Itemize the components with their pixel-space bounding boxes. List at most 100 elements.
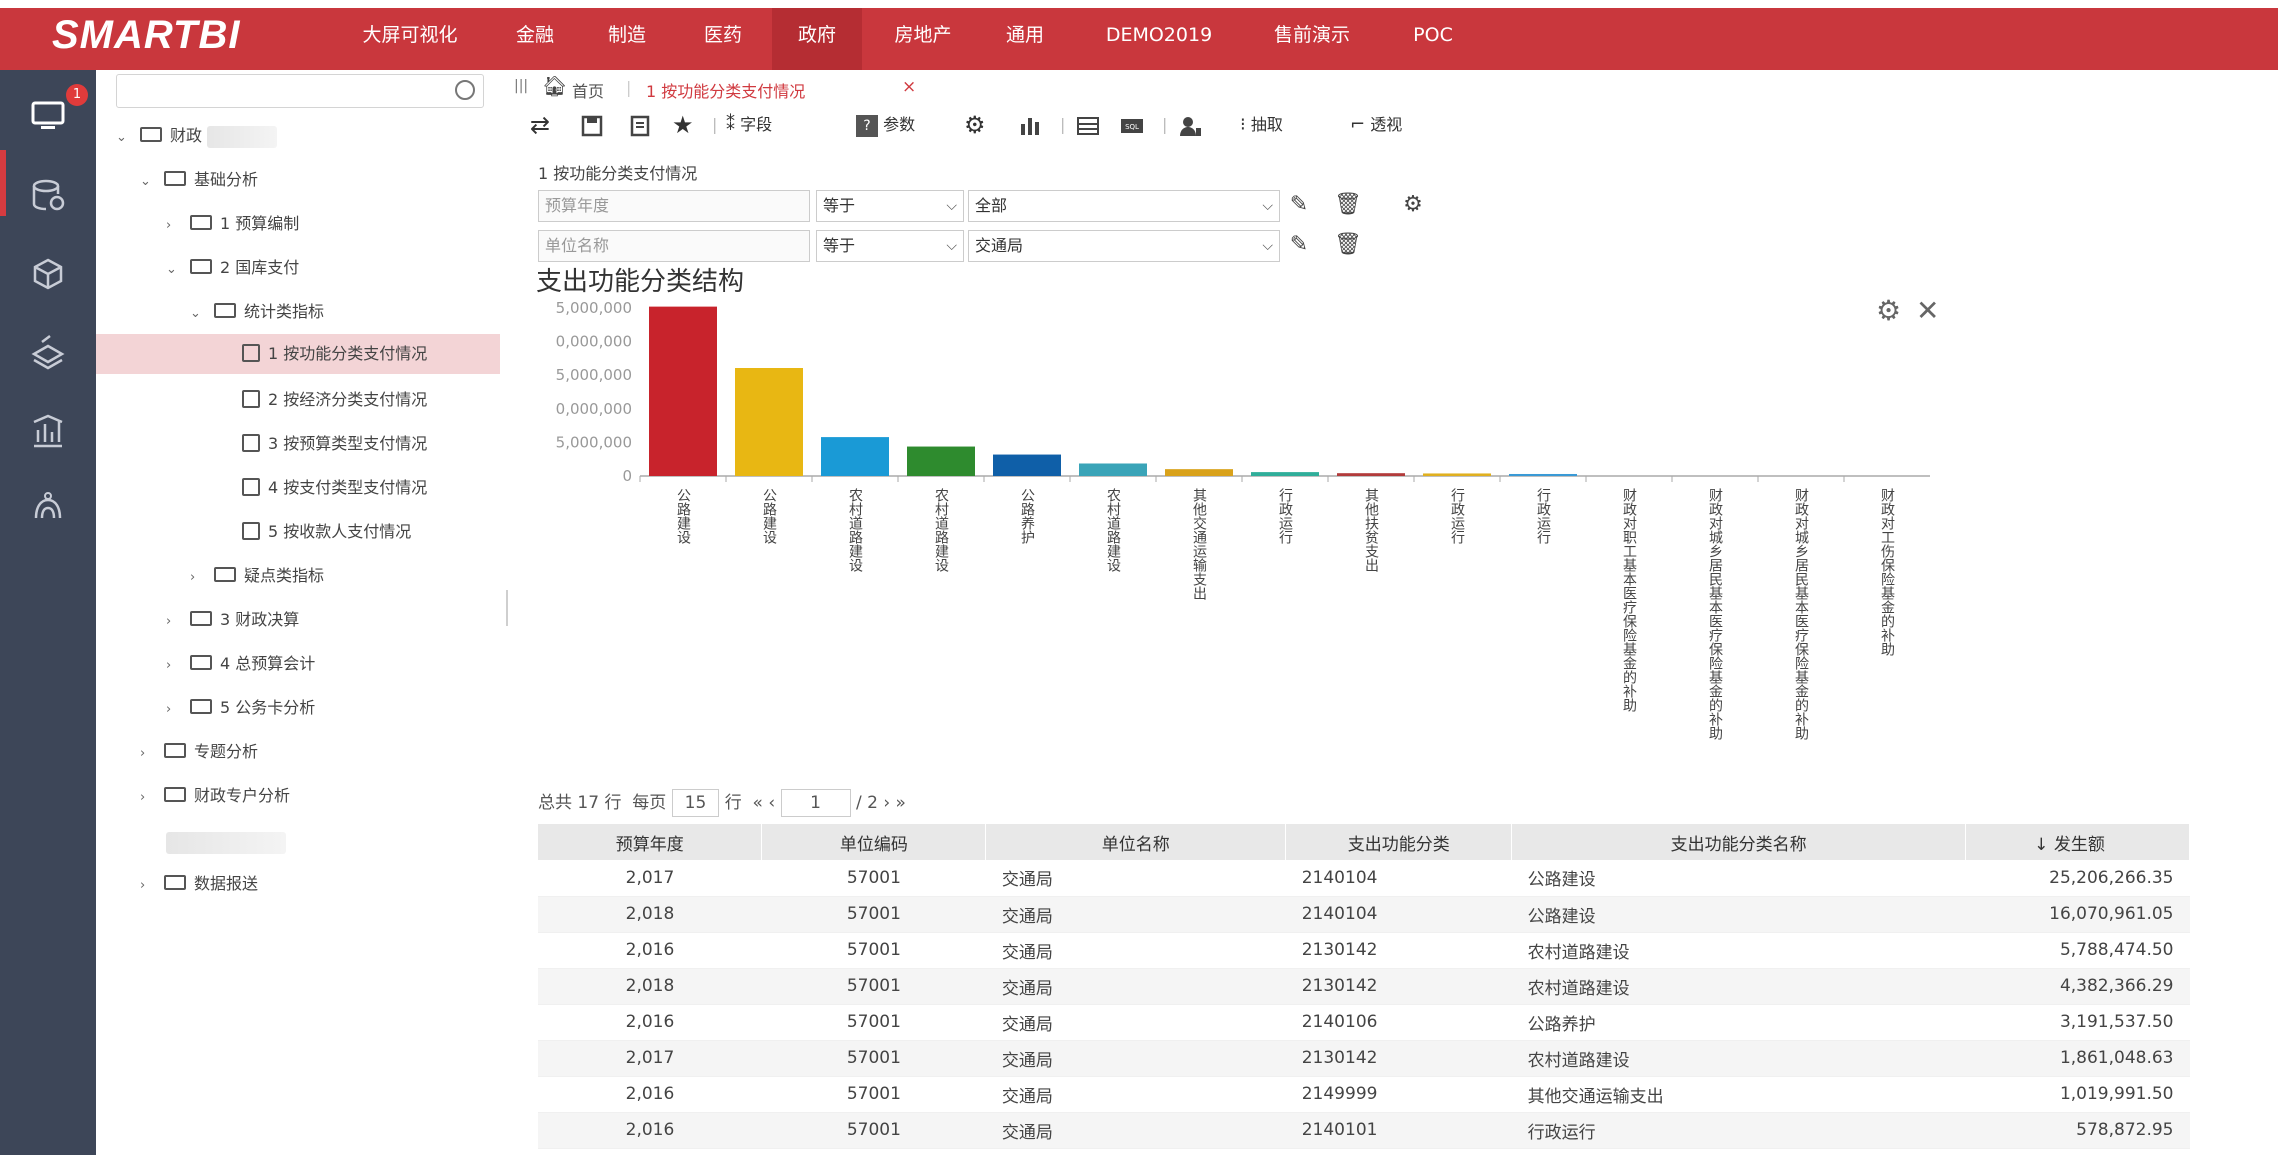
save-as-icon[interactable] bbox=[628, 110, 652, 140]
filter-unit-name-value[interactable]: 交通局 ⌵ bbox=[968, 230, 1280, 262]
chart-bar[interactable] bbox=[735, 368, 803, 476]
chart-close-icon[interactable]: ✕ bbox=[1916, 294, 1939, 327]
filter-settings-icon[interactable]: ⚙ bbox=[1400, 192, 1426, 218]
nav-dashboard[interactable]: 大屏可视化 bbox=[345, 0, 475, 70]
chevron-down-icon[interactable]: ⌄ bbox=[190, 294, 208, 334]
edit-icon[interactable]: ✎ bbox=[1286, 232, 1312, 258]
chart-bar[interactable] bbox=[993, 454, 1061, 476]
chart-bar[interactable] bbox=[649, 306, 717, 476]
cube-icon[interactable] bbox=[28, 254, 68, 294]
tree-node-report-1[interactable]: 1 按功能分类支付情况 bbox=[96, 334, 500, 374]
tree-node-official-card[interactable]: › 5 公务卡分析 bbox=[166, 688, 315, 728]
menu-toggle-icon[interactable]: ||| bbox=[514, 78, 528, 94]
delete-icon[interactable]: 🗑︎ bbox=[1334, 192, 1362, 218]
column-header-function[interactable]: 支出功能分类 bbox=[1285, 824, 1513, 860]
filter-budget-year-operator[interactable]: 等于 ⌵ bbox=[816, 190, 964, 222]
table-row[interactable]: 2,016 57001 交通局 2130142 农村道路建设 5,788,474.50 bbox=[538, 932, 2190, 969]
tree-node-finance[interactable]: ⌄ 财政 bbox=[116, 116, 278, 158]
next-page-button[interactable]: › bbox=[883, 793, 890, 813]
column-header-unit-code[interactable]: 单位编码 bbox=[761, 824, 987, 860]
table-row[interactable]: 2,017 57001 交通局 2130142 农村道路建设 1,861,048.63 bbox=[538, 1040, 2190, 1077]
monitor-icon[interactable] bbox=[28, 96, 68, 136]
tree-node-treasury-payment[interactable]: ⌄ 2 国库支付 bbox=[166, 248, 299, 288]
chart-bar[interactable] bbox=[907, 446, 975, 476]
column-header-unit-name[interactable]: 单位名称 bbox=[985, 824, 1287, 860]
tree-node-topic-analysis[interactable]: › 专题分析 bbox=[140, 732, 258, 772]
chart-type-icon[interactable] bbox=[1018, 110, 1042, 140]
chart-bar[interactable] bbox=[821, 437, 889, 476]
tree-node-report-2[interactable]: 2 按经济分类支付情况 bbox=[242, 380, 427, 420]
chart-bar[interactable] bbox=[1079, 463, 1147, 476]
nav-general[interactable]: 通用 bbox=[990, 0, 1060, 70]
cluster-icon[interactable] bbox=[28, 488, 68, 528]
chart-bar[interactable] bbox=[1423, 473, 1491, 476]
tree-node-report-3[interactable]: 3 按预算类型支付情况 bbox=[242, 424, 427, 464]
tree-search-input[interactable] bbox=[125, 75, 445, 105]
filter-unit-name-operator[interactable]: 等于 ⌵ bbox=[816, 230, 964, 262]
home-icon[interactable]: 🏠︎ bbox=[542, 74, 567, 98]
filter-budget-year-value[interactable]: 全部 ⌵ bbox=[968, 190, 1280, 222]
refresh-icon[interactable]: ⇄ bbox=[530, 110, 550, 140]
table-row[interactable]: 2,017 57001 交通局 2140104 公路建设 25,206,266.35 bbox=[538, 860, 2190, 897]
chart-settings-icon[interactable]: ⚙ bbox=[1876, 294, 1901, 327]
layers-icon[interactable] bbox=[28, 332, 68, 372]
chevron-right-icon[interactable]: › bbox=[166, 690, 184, 730]
nav-government[interactable]: 政府 bbox=[772, 0, 862, 70]
chevron-right-icon[interactable]: › bbox=[140, 734, 158, 774]
chevron-right-icon[interactable]: › bbox=[166, 602, 184, 642]
chevron-right-icon[interactable]: › bbox=[166, 206, 184, 246]
tree-node-report-4[interactable]: 4 按支付类型支付情况 bbox=[242, 468, 427, 508]
tree-node-general-budget[interactable]: › 4 总预算会计 bbox=[166, 644, 315, 684]
tree-node-statistics[interactable]: ⌄ 统计类指标 bbox=[190, 292, 324, 332]
column-header-function-name[interactable]: 支出功能分类名称 bbox=[1511, 824, 1966, 860]
nav-poc[interactable]: POC bbox=[1398, 0, 1468, 70]
table-row[interactable]: 2,018 57001 交通局 2130142 农村道路建设 4,382,366.29 bbox=[538, 968, 2190, 1005]
table-row[interactable]: 2,018 57001 交通局 2140104 公路建设 16,070,961.05 bbox=[538, 896, 2190, 933]
tree-node-report-5[interactable]: 5 按收款人支付情况 bbox=[242, 512, 411, 552]
delete-icon[interactable]: 🗑︎ bbox=[1334, 232, 1362, 258]
chart-bar[interactable] bbox=[1337, 473, 1405, 476]
chevron-right-icon[interactable]: › bbox=[190, 558, 208, 598]
chevron-right-icon[interactable]: › bbox=[140, 866, 158, 906]
nav-manufacturing[interactable]: 制造 bbox=[592, 0, 662, 70]
nav-real-estate[interactable]: 房地产 bbox=[880, 0, 966, 70]
sql-icon[interactable]: SQL bbox=[1120, 110, 1144, 140]
tab-active-report[interactable]: 1 按功能分类支付情况 bbox=[646, 78, 805, 102]
nav-finance[interactable]: 金融 bbox=[500, 0, 570, 70]
tree-search-box[interactable] bbox=[116, 74, 484, 108]
tree-node-final-accounts[interactable]: › 3 财政决算 bbox=[166, 600, 299, 640]
chevron-right-icon[interactable]: › bbox=[140, 778, 158, 818]
prev-page-button[interactable]: ‹ bbox=[768, 793, 775, 813]
tree-node-suspicious[interactable]: › 疑点类指标 bbox=[190, 556, 324, 596]
page-number-input[interactable]: 1 bbox=[780, 789, 851, 817]
nav-medicine[interactable]: 医药 bbox=[688, 0, 758, 70]
params-button[interactable]: ? 参数 bbox=[856, 110, 915, 140]
first-page-button[interactable]: « bbox=[753, 793, 763, 813]
tree-node-budget-prep[interactable]: › 1 预算编制 bbox=[166, 204, 299, 244]
pivot-button[interactable]: ⌐ 透视 bbox=[1350, 110, 1402, 140]
fields-button[interactable]: ⁑ 字段 bbox=[726, 110, 772, 140]
nav-presales-demo[interactable]: 售前演示 bbox=[1262, 0, 1362, 70]
chevron-down-icon[interactable]: ⌄ bbox=[116, 118, 134, 158]
chevron-down-icon[interactable]: ⌄ bbox=[140, 162, 158, 202]
page-size-input[interactable]: 15 bbox=[671, 789, 720, 817]
chevron-right-icon[interactable]: › bbox=[166, 646, 184, 686]
search-icon[interactable] bbox=[455, 80, 475, 100]
tab-home[interactable]: 首页 bbox=[572, 78, 604, 102]
column-header-amount[interactable]: ↓ 发生额 bbox=[1965, 824, 2190, 860]
database-icon[interactable] bbox=[28, 176, 68, 216]
table-view-icon[interactable] bbox=[1076, 110, 1100, 140]
chevron-down-icon[interactable]: ⌄ bbox=[166, 250, 184, 290]
chart-bar[interactable] bbox=[1509, 473, 1577, 476]
last-page-button[interactable]: » bbox=[896, 793, 906, 813]
table-row[interactable]: 2,016 57001 交通局 2140101 行政运行 578,872.95 bbox=[538, 1112, 2190, 1149]
extract-button[interactable]: ⁝ 抽取 bbox=[1240, 110, 1283, 140]
tree-node-data-submission[interactable]: › 数据报送 bbox=[140, 864, 258, 904]
panel-resize-handle[interactable] bbox=[506, 590, 508, 626]
tab-close-icon[interactable]: × bbox=[902, 77, 916, 97]
chart-bar[interactable] bbox=[1165, 469, 1233, 476]
tree-node-special-account[interactable]: › 财政专户分析 bbox=[140, 776, 290, 816]
chart-bar[interactable] bbox=[1251, 472, 1319, 476]
favorite-icon[interactable]: ★ bbox=[672, 110, 694, 140]
smartbi-logo[interactable]: SMARTBI bbox=[52, 8, 240, 62]
